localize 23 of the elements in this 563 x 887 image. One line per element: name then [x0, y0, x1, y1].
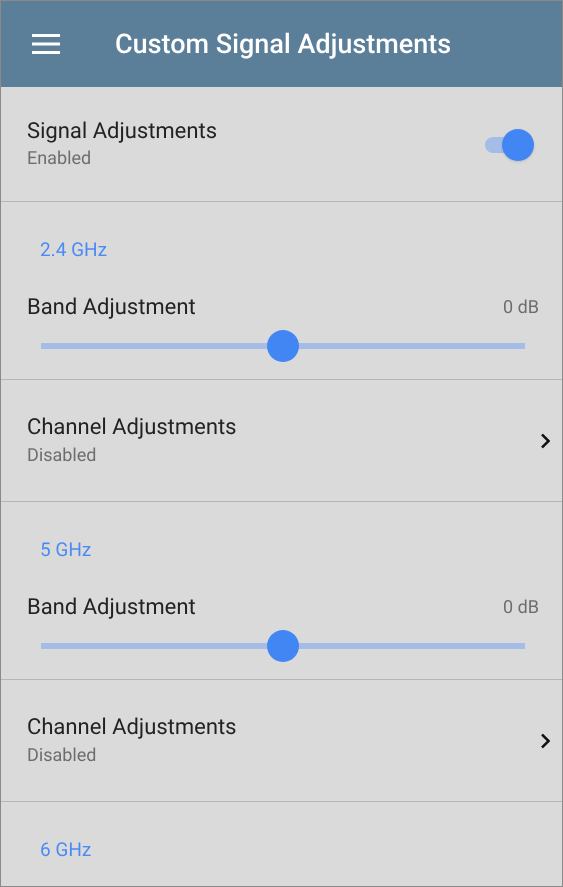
section-header: 2.4 GHz: [40, 238, 108, 262]
chevron-right-icon: [540, 732, 550, 748]
list-item[interactable]: Channel Adjustments Disabled: [1, 680, 562, 802]
app-bar-title: Custom Signal Adjustments: [115, 26, 452, 62]
chevron-right-icon: [540, 432, 550, 448]
setting-title: Channel Adjustments: [27, 714, 237, 742]
slider-thumb[interactable]: [267, 330, 299, 362]
setting-title: Band Adjustment: [27, 294, 196, 322]
setting-title: Channel Adjustments: [27, 414, 237, 442]
setting-value: 0 dB: [503, 296, 539, 320]
slider[interactable]: [41, 630, 525, 662]
slider[interactable]: [41, 330, 525, 362]
menu-icon[interactable]: [32, 34, 60, 54]
section-header: 6 GHz: [40, 838, 92, 862]
setting-status: Disabled: [27, 744, 98, 768]
section-header: 5 GHz: [40, 538, 92, 562]
setting-title: Signal Adjustments: [27, 118, 218, 146]
setting-title: Band Adjustment: [27, 594, 196, 622]
list-item[interactable]: Channel Adjustments Disabled: [1, 380, 562, 502]
slider-thumb[interactable]: [267, 630, 299, 662]
setting-value: 0 dB: [503, 596, 539, 620]
setting-status: Disabled: [27, 444, 98, 468]
setting-status: Enabled: [27, 147, 92, 171]
